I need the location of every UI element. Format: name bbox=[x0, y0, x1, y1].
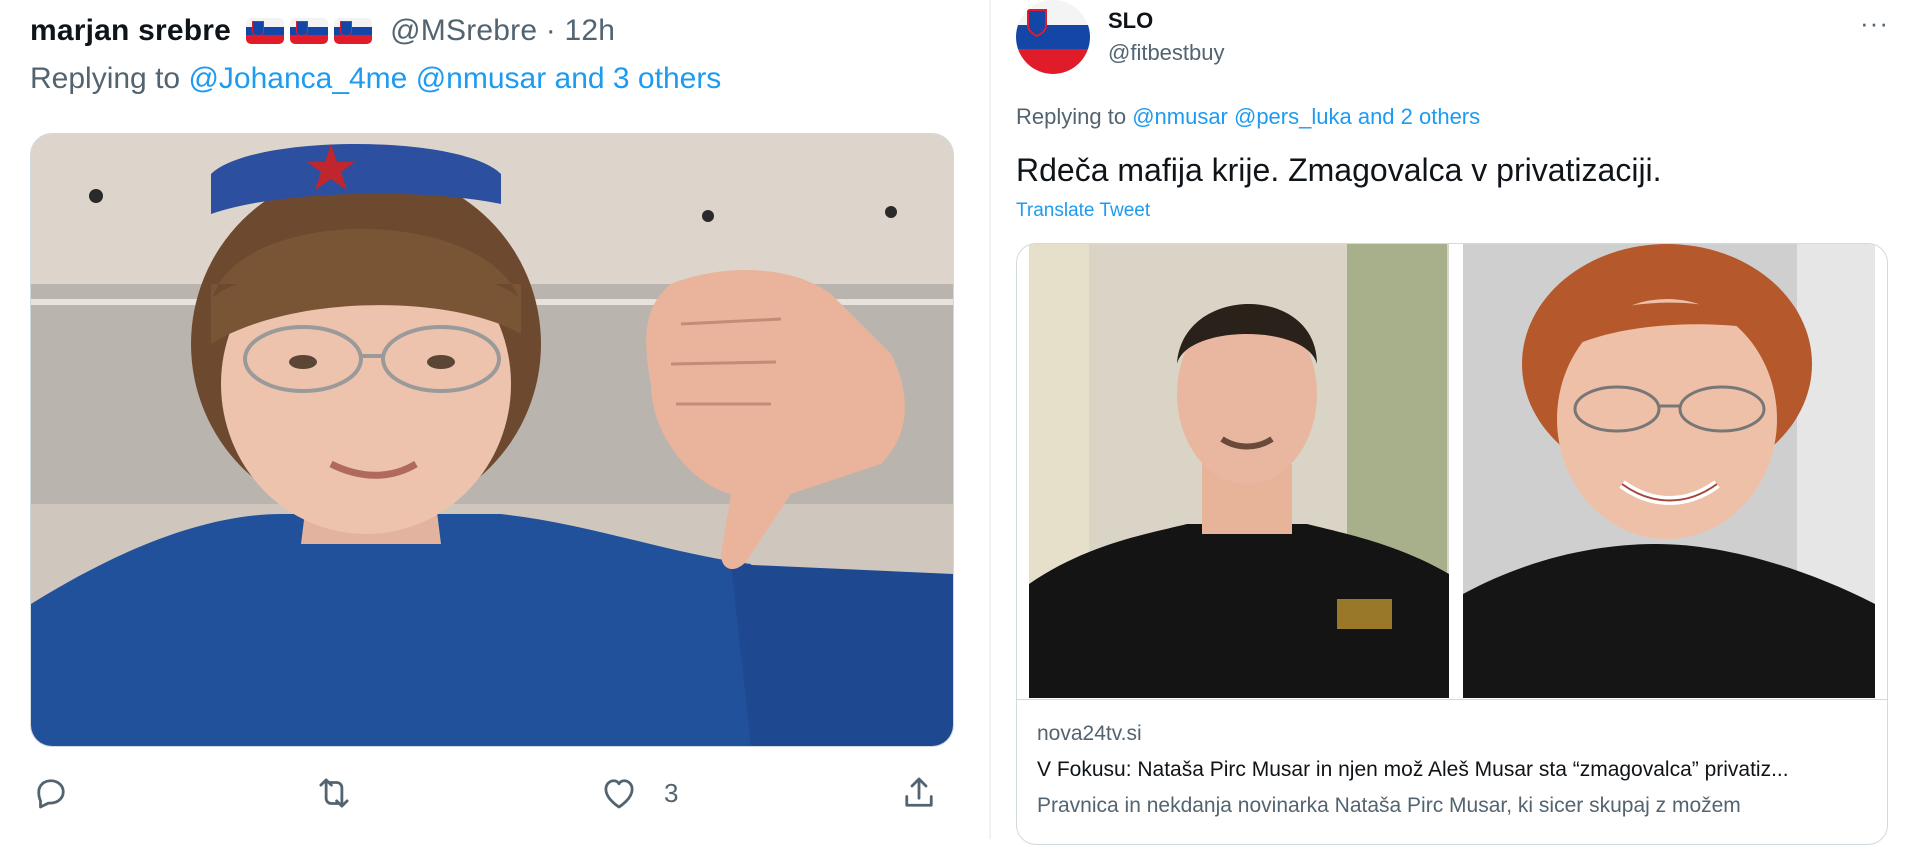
link-card-meta: nova24tv.si V Fokusu: Nataša Pirc Musar … bbox=[1017, 699, 1887, 844]
tweet-photo[interactable] bbox=[30, 133, 954, 747]
like-button[interactable]: 3 bbox=[598, 772, 678, 814]
reply-mentions-link[interactable]: @nmusar @pers_luka and 2 others bbox=[1132, 104, 1480, 129]
link-card-description: Pravnica in nekdanja novinarka Nataša Pi… bbox=[1037, 794, 1741, 817]
author-handle[interactable]: @fitbestbuy bbox=[1108, 40, 1225, 66]
reply-mentions-link[interactable]: @Johanca_4me @nmusar and 3 others bbox=[188, 62, 721, 95]
heart-icon bbox=[604, 779, 634, 809]
link-card-image bbox=[1017, 244, 1887, 698]
right-tweet: SLO @fitbestbuy ··· Replying to @nmusar … bbox=[992, 0, 1920, 845]
translate-tweet-link[interactable]: Translate Tweet bbox=[1016, 200, 1150, 222]
author-handle[interactable]: @MSrebre · 12h bbox=[390, 14, 615, 47]
share-icon bbox=[905, 777, 933, 807]
slovenia-flag-avatar-icon bbox=[1016, 0, 1090, 74]
retweet-button[interactable] bbox=[313, 772, 355, 814]
avatar[interactable] bbox=[1016, 0, 1090, 74]
slovenia-flag-icon bbox=[333, 18, 372, 44]
more-options-icon[interactable]: ··· bbox=[1860, 8, 1889, 39]
author-line: marjan srebre @MSrebre · 12h bbox=[30, 14, 615, 48]
link-card[interactable]: nova24tv.si V Fokusu: Nataša Pirc Musar … bbox=[1016, 243, 1888, 845]
tweet-text: Rdeča mafija krije. Zmagovalca v privati… bbox=[1016, 152, 1662, 188]
reply-button[interactable] bbox=[30, 772, 72, 814]
divider bbox=[989, 0, 991, 839]
left-tweet: marjan srebre @MSrebre · 12h Replying to… bbox=[0, 0, 985, 839]
like-count: 3 bbox=[664, 777, 679, 808]
card-photo-illustration bbox=[1029, 244, 1875, 698]
author-name[interactable]: SLO bbox=[1108, 8, 1153, 34]
replying-to: Replying to @nmusar @pers_luka and 2 oth… bbox=[1016, 104, 1480, 130]
retweet-icon bbox=[319, 778, 349, 808]
link-card-domain: nova24tv.si bbox=[1037, 722, 1142, 745]
replying-prefix: Replying to bbox=[1016, 104, 1133, 129]
photo-illustration bbox=[31, 134, 953, 746]
link-card-title: V Fokusu: Nataša Pirc Musar in njen mož … bbox=[1037, 758, 1789, 781]
replying-prefix: Replying to bbox=[30, 62, 189, 95]
share-button[interactable] bbox=[898, 772, 940, 814]
slovenia-flag-icon bbox=[289, 18, 328, 44]
slovenia-flag-icon bbox=[245, 18, 284, 44]
replying-to: Replying to @Johanca_4me @nmusar and 3 o… bbox=[30, 62, 721, 96]
author-name[interactable]: marjan srebre bbox=[30, 14, 231, 47]
reply-icon bbox=[37, 779, 65, 809]
